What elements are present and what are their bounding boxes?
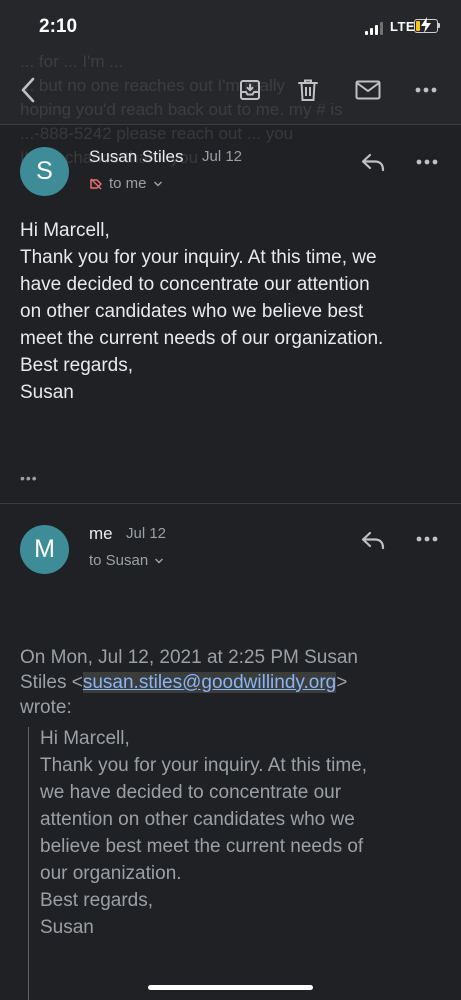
message-body: Hi Marcell, Thank you for your inquiry. … bbox=[20, 220, 384, 403]
message-more-button[interactable] bbox=[412, 525, 442, 553]
mail-icon bbox=[355, 80, 381, 100]
email-toolbar: ... for ... I'm ... ... but no one reach… bbox=[0, 52, 461, 167]
more-icon bbox=[416, 536, 438, 542]
recipient-label: to me bbox=[109, 175, 147, 192]
battery-icon bbox=[414, 17, 438, 33]
sender-name[interactable]: Susan Stiles bbox=[89, 147, 184, 167]
cellular-signal-icon bbox=[365, 22, 385, 35]
recipient-details[interactable]: to Susan bbox=[89, 552, 164, 569]
back-button[interactable] bbox=[10, 70, 46, 110]
trash-icon bbox=[298, 79, 318, 101]
reply-icon bbox=[361, 531, 385, 550]
home-indicator[interactable] bbox=[148, 985, 313, 990]
network-type: LTE bbox=[390, 19, 416, 34]
reply-button[interactable] bbox=[355, 524, 391, 556]
show-trimmed-content-button[interactable]: ••• bbox=[20, 470, 38, 486]
importance-tag-icon bbox=[90, 178, 102, 189]
delete-button[interactable] bbox=[292, 72, 324, 108]
sender-email-link[interactable]: susan.stiles@goodwillindy.org bbox=[82, 672, 337, 693]
status-bar: 2:10 LTE bbox=[0, 0, 461, 56]
recipient-label: to Susan bbox=[89, 552, 149, 569]
back-arrow-icon bbox=[21, 77, 35, 103]
battery-cap bbox=[438, 23, 440, 28]
more-icon bbox=[416, 159, 438, 165]
message-divider bbox=[0, 503, 461, 504]
archive-button[interactable] bbox=[234, 72, 266, 108]
recipient-details[interactable]: to me bbox=[89, 175, 163, 192]
quote-border bbox=[28, 727, 29, 1000]
message-date: Jul 12 bbox=[202, 148, 243, 165]
charging-bolt-icon bbox=[421, 17, 431, 33]
message-more-button[interactable] bbox=[412, 148, 442, 176]
quoted-message-body: Hi Marcell, Thank you for your inquiry. … bbox=[40, 728, 368, 938]
mark-unread-button[interactable] bbox=[351, 72, 385, 108]
archive-icon bbox=[240, 80, 260, 100]
avatar[interactable]: M bbox=[20, 525, 69, 574]
chevron-down-icon bbox=[155, 557, 164, 564]
sender-name[interactable]: me bbox=[89, 524, 113, 544]
reply-button[interactable] bbox=[355, 146, 391, 178]
more-options-button[interactable] bbox=[410, 72, 442, 108]
quote-attribution: On Mon, Jul 12, 2021 at 2:25 PM Susan St… bbox=[20, 647, 358, 718]
chevron-down-icon bbox=[153, 180, 162, 187]
reply-icon bbox=[361, 153, 385, 172]
status-time: 2:10 bbox=[39, 16, 78, 37]
avatar[interactable]: S bbox=[20, 147, 69, 196]
more-icon bbox=[415, 87, 437, 93]
message-date: Jul 12 bbox=[126, 525, 167, 542]
